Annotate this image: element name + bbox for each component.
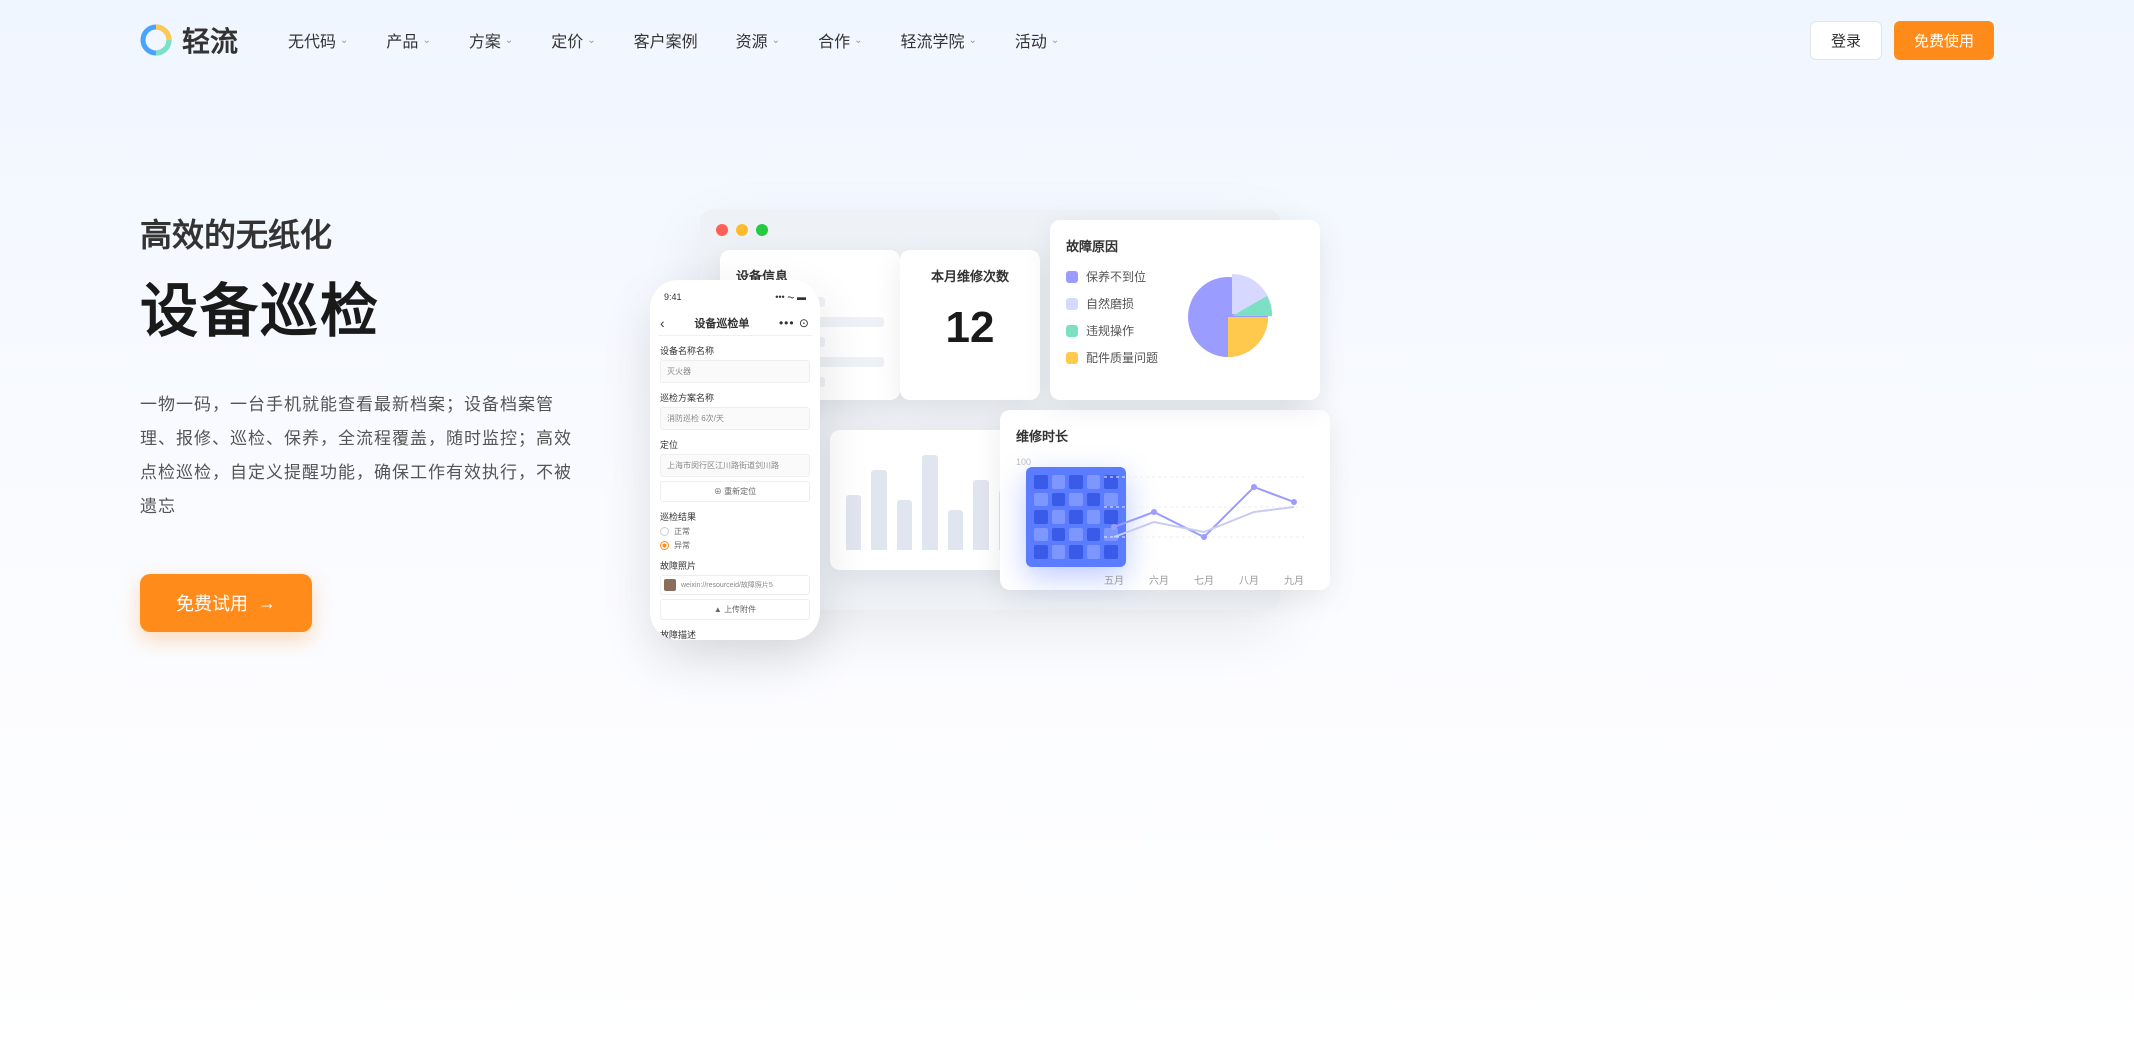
plan-name-input[interactable]: 消防巡检 6次/天 (660, 407, 810, 430)
cta-label: 免费试用 (176, 590, 248, 616)
location-input[interactable]: 上海市闵行区江川路街道剑川路 (660, 454, 810, 477)
field-label: 故障描述 (660, 628, 810, 640)
field-label: 巡检结果 (660, 510, 810, 523)
repair-count-value: 12 (916, 303, 1024, 353)
fault-reason-card: 故障原因 保养不到位 自然磨损 违规操作 配件质量问题 (1050, 220, 1320, 400)
site-header: 轻流 无代码⌄ 产品⌄ 方案⌄ 定价⌄ 客户案例 资源⌄ 合作⌄ 轻流学院⌄ 活… (0, 0, 2134, 80)
nav-cases[interactable]: 客户案例 (634, 28, 698, 52)
x-axis-labels: 五月 六月 七月 八月 九月 (1104, 572, 1304, 587)
y-axis-tick: 100 (1016, 457, 1031, 467)
chevron-down-icon: ⌄ (854, 35, 862, 46)
minimize-icon (736, 224, 748, 236)
phone-title: 设备巡检单 (694, 315, 749, 331)
bar-chart (846, 450, 1014, 550)
main-nav: 无代码⌄ 产品⌄ 方案⌄ 定价⌄ 客户案例 资源⌄ 合作⌄ 轻流学院⌄ 活动⌄ (288, 28, 1800, 52)
chevron-down-icon: ⌄ (1051, 35, 1059, 46)
chevron-down-icon: ⌄ (587, 35, 595, 46)
legend-item: 配件质量问题 (1066, 349, 1158, 366)
field-label: 故障照片 (660, 559, 810, 572)
chevron-down-icon: ⌄ (968, 35, 976, 46)
nav-solution[interactable]: 方案⌄ (469, 28, 513, 52)
dashboard-illustration: 设备信息 本月维修次数 12 故障原因 保养不到位 自然磨损 违规操作 配件质量… (640, 210, 1994, 690)
chevron-down-icon: ⌄ (772, 35, 780, 46)
hero-description: 一物一码，一台手机就能查看最新档案；设备档案管理、报修、巡检、保养，全流程覆盖，… (140, 388, 580, 524)
nav-resources[interactable]: 资源⌄ (736, 28, 780, 52)
login-button[interactable]: 登录 (1810, 21, 1882, 60)
repair-duration-card: 维修时长 100 (1000, 410, 1330, 590)
header-actions: 登录 免费使用 (1810, 21, 1994, 60)
close-icon (716, 224, 728, 236)
photo-attachment[interactable]: weixin://resourceid/故障照片5 (660, 575, 810, 595)
phone-app-header: ‹ 设备巡检单 ••• ⊙ (658, 311, 812, 336)
legend-item: 违规操作 (1066, 322, 1158, 339)
chevron-down-icon: ⌄ (505, 35, 513, 46)
brand-logo[interactable]: 轻流 (140, 20, 238, 60)
maximize-icon (756, 224, 768, 236)
nav-pricing[interactable]: 定价⌄ (551, 28, 595, 52)
chevron-down-icon: ⌄ (340, 35, 348, 46)
radio-normal[interactable]: 正常 (660, 526, 810, 537)
card-title: 故障原因 (1066, 236, 1304, 255)
nav-activity[interactable]: 活动⌄ (1015, 28, 1059, 52)
phone-status-bar: 9:41 ••• ⏦ ▬ (658, 290, 812, 305)
field-label: 设备名称名称 (660, 344, 810, 357)
pie-chart-icon (1178, 267, 1278, 367)
more-icon[interactable]: ••• ⊙ (779, 316, 810, 330)
back-icon[interactable]: ‹ (660, 315, 665, 331)
nav-product[interactable]: 产品⌄ (386, 28, 430, 52)
card-title: 维修时长 (1016, 426, 1314, 445)
field-label: 定位 (660, 438, 810, 451)
legend-item: 自然磨损 (1066, 295, 1158, 312)
pie-legend: 保养不到位 自然磨损 违规操作 配件质量问题 (1066, 268, 1158, 366)
nav-academy[interactable]: 轻流学院⌄ (900, 28, 976, 52)
logo-icon (140, 24, 172, 56)
phone-mockup: 9:41 ••• ⏦ ▬ ‹ 设备巡检单 ••• ⊙ 设备名称名称 灭火器 巡检… (650, 280, 820, 640)
signal-icon: ••• ⏦ ▬ (775, 292, 806, 303)
hero-section: 高效的无纸化 设备巡检 一物一码，一台手机就能查看最新档案；设备档案管理、报修、… (0, 80, 2134, 750)
hero-copy: 高效的无纸化 设备巡检 一物一码，一台手机就能查看最新档案；设备档案管理、报修、… (140, 210, 580, 632)
free-trial-button[interactable]: 免费试用 → (140, 574, 312, 632)
hero-subtitle: 高效的无纸化 (140, 210, 580, 256)
arrow-right-icon: → (258, 593, 276, 614)
field-label: 巡检方案名称 (660, 391, 810, 404)
relocate-button[interactable]: ⊕ 重新定位 (660, 481, 810, 502)
photo-thumb-icon (664, 579, 676, 591)
nav-partner[interactable]: 合作⌄ (818, 28, 862, 52)
chevron-down-icon: ⌄ (422, 35, 430, 46)
repair-count-card: 本月维修次数 12 (900, 250, 1040, 400)
radio-abnormal[interactable]: 异常 (660, 540, 810, 551)
legend-item: 保养不到位 (1066, 268, 1158, 285)
brand-name: 轻流 (182, 20, 238, 60)
line-chart (1104, 457, 1304, 567)
nav-no-code[interactable]: 无代码⌄ (288, 28, 348, 52)
device-name-input[interactable]: 灭火器 (660, 360, 810, 383)
hero-title: 设备巡检 (140, 264, 580, 348)
free-use-button[interactable]: 免费使用 (1894, 21, 1994, 60)
upload-button[interactable]: ▲ 上传附件 (660, 599, 810, 620)
card-title: 本月维修次数 (916, 266, 1024, 285)
